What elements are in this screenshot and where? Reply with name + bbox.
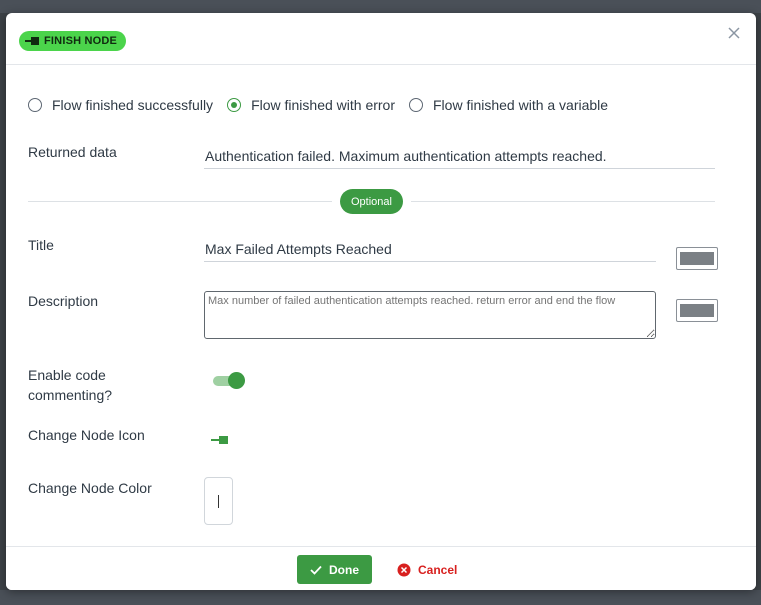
returned-data-label: Returned data bbox=[28, 144, 117, 160]
close-icon[interactable] bbox=[727, 26, 741, 40]
divider-left bbox=[28, 201, 332, 202]
finish-node-icon[interactable] bbox=[211, 434, 229, 446]
title-label: Title bbox=[28, 237, 54, 253]
radio-circle[interactable] bbox=[409, 98, 423, 112]
radio-label: Flow finished successfully bbox=[52, 97, 214, 113]
background-app-strip bbox=[0, 590, 761, 605]
cancel-label: Cancel bbox=[418, 562, 458, 577]
cancel-button[interactable]: Cancel bbox=[397, 555, 457, 584]
close-icon[interactable] bbox=[726, 26, 742, 42]
cancel-circle-icon bbox=[397, 563, 411, 576]
badge-label: FINISH NODE bbox=[44, 35, 118, 47]
node-color-picker[interactable] bbox=[204, 477, 233, 525]
flag-icon bbox=[680, 304, 714, 317]
dialog-footer: Done Cancel bbox=[6, 546, 756, 590]
dialog-header: FINISH NODE bbox=[6, 13, 756, 65]
check-icon bbox=[310, 565, 322, 575]
optional-badge: Optional bbox=[340, 189, 403, 214]
finish-node-dialog: FINISH NODE Flow finished successfully F… bbox=[6, 13, 756, 590]
radio-circle[interactable] bbox=[28, 98, 42, 112]
flag-icon bbox=[680, 252, 714, 265]
background-app-strip bbox=[0, 0, 761, 13]
title-input[interactable] bbox=[204, 237, 656, 262]
done-button[interactable]: Done bbox=[297, 555, 372, 584]
title-translate-button[interactable] bbox=[676, 247, 718, 270]
radio-label: Flow finished with a variable bbox=[433, 97, 609, 113]
divider-right bbox=[411, 201, 715, 202]
radio-label: Flow finished with error bbox=[251, 97, 395, 113]
text-cursor bbox=[218, 495, 219, 508]
change-node-color-label: Change Node Color bbox=[28, 480, 152, 496]
description-textarea[interactable] bbox=[204, 291, 656, 339]
finish-type-radio-group: Flow finished successfully Flow finished… bbox=[28, 95, 622, 115]
finish-node-badge: FINISH NODE bbox=[19, 31, 127, 51]
returned-data-input[interactable] bbox=[204, 144, 715, 169]
toggle-knob[interactable] bbox=[228, 372, 245, 389]
radio-circle-selected[interactable] bbox=[227, 98, 242, 112]
radio-finished-with-variable[interactable]: Flow finished with a variable bbox=[409, 97, 608, 113]
radio-finished-successfully[interactable]: Flow finished successfully bbox=[28, 97, 213, 113]
finish-node-icon bbox=[25, 37, 39, 45]
done-label: Done bbox=[329, 562, 359, 577]
change-node-icon-label: Change Node Icon bbox=[28, 427, 145, 443]
radio-finished-with-error[interactable]: Flow finished with error bbox=[227, 97, 395, 113]
code-commenting-label: Enable code commenting? bbox=[28, 367, 113, 403]
description-translate-button[interactable] bbox=[676, 299, 718, 322]
node-icon-picker[interactable] bbox=[211, 433, 233, 449]
code-commenting-toggle[interactable] bbox=[213, 372, 247, 390]
description-label: Description bbox=[28, 293, 99, 309]
